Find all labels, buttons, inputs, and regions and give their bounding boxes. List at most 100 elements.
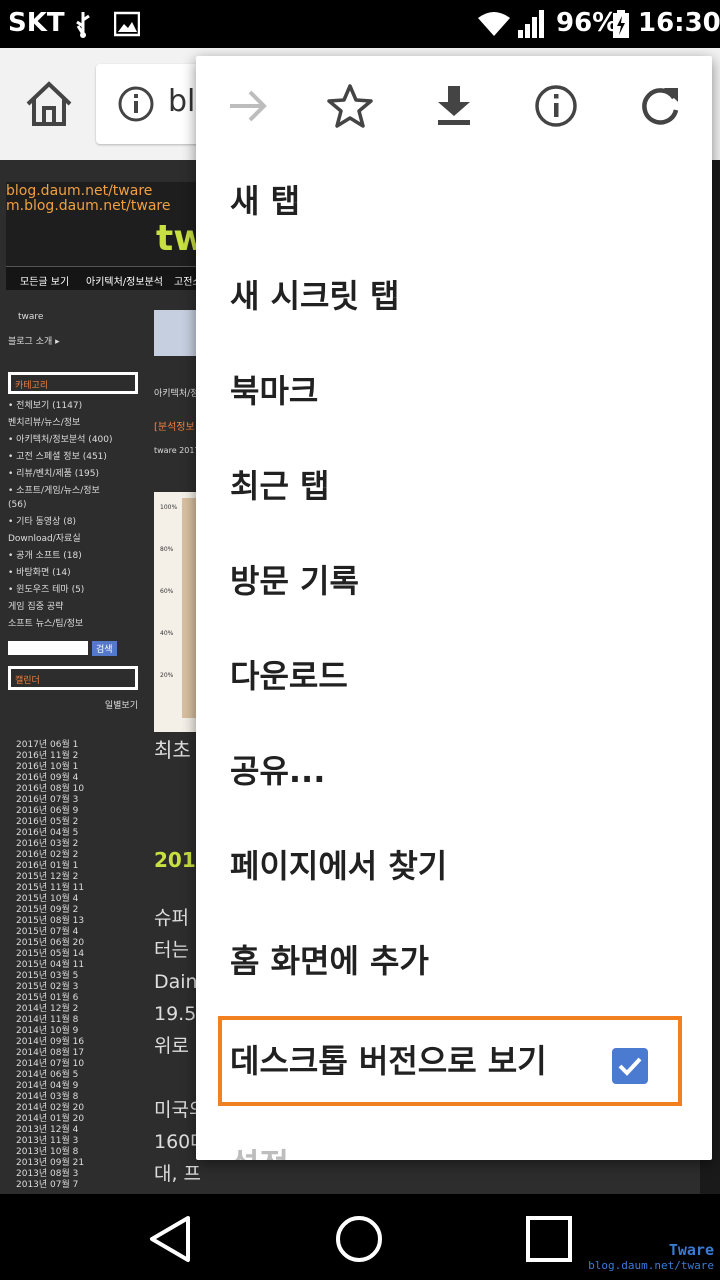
back-icon[interactable] xyxy=(146,1214,196,1264)
archive-item[interactable]: 2014년 01월 20 xyxy=(16,1114,106,1125)
refresh-icon[interactable] xyxy=(636,82,684,130)
info-icon[interactable] xyxy=(116,84,156,124)
forward-arrow-icon[interactable] xyxy=(224,82,272,130)
category-box[interactable]: 카테고리 xyxy=(8,372,138,394)
category-line[interactable]: • 아키텍처/정보분석 (400) xyxy=(8,432,138,445)
menu-item-add-to-home[interactable]: 홈 화면에 추가 xyxy=(230,914,690,1008)
menu-item-bookmarks[interactable]: 북마크 xyxy=(230,344,690,438)
recents-icon[interactable] xyxy=(524,1214,574,1264)
archive-item[interactable]: 2014년 10월 9 xyxy=(16,1026,106,1037)
archive-item[interactable]: 2015년 02월 3 xyxy=(16,982,106,993)
clock: 16:30 xyxy=(638,8,720,38)
home-icon[interactable] xyxy=(22,78,76,132)
archive-item[interactable]: 2015년 12월 2 xyxy=(16,872,106,883)
archive-item[interactable]: 2015년 03월 5 xyxy=(16,971,106,982)
category-line[interactable]: • 기타 동영상 (8) xyxy=(8,514,138,527)
archive-item[interactable]: 2015년 08월 13 xyxy=(16,916,106,927)
post-author: tware 2017. xyxy=(154,446,203,455)
archive-item[interactable]: 2014년 03월 8 xyxy=(16,1092,106,1103)
archive-item[interactable]: 2014년 04월 9 xyxy=(16,1081,106,1092)
watermark-url: blog.daum.net/tware xyxy=(588,1259,714,1272)
archive-item[interactable]: 2014년 08월 17 xyxy=(16,1048,106,1059)
menu-item-settings[interactable]: 설정 xyxy=(230,1118,690,1160)
category-line[interactable]: • 소프트/게임/뉴스/정보 xyxy=(8,483,138,496)
archive-item[interactable]: 2015년 10월 4 xyxy=(16,894,106,905)
category-line[interactable]: • 바탕화면 (14) xyxy=(8,565,138,578)
archive-item[interactable]: 2016년 06월 9 xyxy=(16,806,106,817)
profile-name[interactable]: tware xyxy=(18,312,43,322)
archive-item[interactable]: 2015년 07월 4 xyxy=(16,927,106,938)
menu-item-downloads[interactable]: 다운로드 xyxy=(230,629,690,723)
category-line[interactable]: • 전체보기 (1147) xyxy=(8,398,138,411)
post-thumbnail[interactable] xyxy=(154,310,200,356)
blog-search-input[interactable] xyxy=(8,641,88,655)
category-line[interactable]: Download/자료실 xyxy=(8,531,138,544)
category-line[interactable]: • 공개 소프트 (18) xyxy=(8,548,138,561)
archive-item[interactable]: 2013년 12월 4 xyxy=(16,1125,106,1136)
archive-item[interactable]: 2016년 04월 5 xyxy=(16,828,106,839)
archive-item[interactable]: 2013년 08월 3 xyxy=(16,1169,106,1180)
archive-item[interactable]: 2014년 11월 8 xyxy=(16,1015,106,1026)
info-icon[interactable] xyxy=(532,82,580,130)
archive-item[interactable]: 2015년 06월 20 xyxy=(16,938,106,949)
archive-item[interactable]: 2015년 09월 2 xyxy=(16,905,106,916)
archive-item[interactable]: 2013년 09월 21 xyxy=(16,1158,106,1169)
blog-url-2[interactable]: m.blog.daum.net/tware xyxy=(6,199,170,214)
android-nav-bar: Tware blog.daum.net/tware xyxy=(0,1194,720,1280)
highlight-box xyxy=(218,1016,682,1106)
menu-item-find-in-page[interactable]: 페이지에서 찾기 xyxy=(230,819,690,913)
category-line[interactable]: • 리뷰/벤치/제품 (195) xyxy=(8,466,138,479)
category-line[interactable]: 게임 집중 공략 xyxy=(8,599,138,612)
download-icon[interactable] xyxy=(430,82,478,130)
archive-item[interactable]: 2015년 04월 11 xyxy=(16,960,106,971)
archive-item[interactable]: 2014년 02월 20 xyxy=(16,1103,106,1114)
category-line[interactable]: • 고전 스페셜 정보 (451) xyxy=(8,449,138,462)
category-line[interactable]: 소프트 뉴스/팁/정보 xyxy=(8,616,138,629)
archive-item[interactable]: 2013년 10월 8 xyxy=(16,1147,106,1158)
archive-item[interactable]: 2013년 11월 3 xyxy=(16,1136,106,1147)
archive-item[interactable]: 2016년 07월 3 xyxy=(16,795,106,806)
archive-item[interactable]: 2016년 01월 1 xyxy=(16,861,106,872)
star-icon[interactable] xyxy=(326,82,374,130)
blog-sidebar: tware 블로그 소개 ▸ 카테고리 • 전체보기 (1147) 벤치리뷰/뉴… xyxy=(8,310,138,711)
archive-item[interactable]: 2014년 06월 5 xyxy=(16,1070,106,1081)
calendar-title: 캘린더 xyxy=(15,676,40,686)
post-chart-image: 100% 80% 60% 40% 20% xyxy=(154,492,200,732)
carrier-label: SKT xyxy=(8,8,65,38)
nav-all-posts[interactable]: 모든글 보기 xyxy=(20,273,69,288)
category-title: 카테고리 xyxy=(15,381,49,391)
archive-item[interactable]: 2016년 10월 1 xyxy=(16,762,106,773)
menu-item-recent-tabs[interactable]: 최근 탭 xyxy=(230,439,690,533)
post-title[interactable]: [분석정보 xyxy=(154,418,195,433)
url-text: bl xyxy=(168,84,196,119)
archive-item[interactable]: 2016년 11월 2 xyxy=(16,751,106,762)
archive-item[interactable]: 2014년 07월 10 xyxy=(16,1059,106,1070)
category-line[interactable]: 벤치리뷰/뉴스/정보 xyxy=(8,415,138,428)
category-line[interactable]: • 윈도우즈 테마 (5) xyxy=(8,582,138,595)
home-circle-icon[interactable] xyxy=(334,1214,384,1264)
archive-item[interactable]: 2016년 08월 10 xyxy=(16,784,106,795)
calendar-box[interactable]: 캘린더 xyxy=(8,666,138,690)
archive-item[interactable]: 2015년 11월 11 xyxy=(16,883,106,894)
archive-item[interactable]: 2017년 06월 1 xyxy=(16,740,106,751)
blog-search-button[interactable]: 검색 xyxy=(92,641,117,656)
menu-item-new-tab[interactable]: 새 탭 xyxy=(230,154,690,248)
menu-item-history[interactable]: 방문 기록 xyxy=(230,534,690,628)
calendar-link[interactable]: 일별보기 xyxy=(8,698,138,711)
archive-item[interactable]: 2014년 09월 16 xyxy=(16,1037,106,1048)
post-category[interactable]: 아키텍처/정 xyxy=(154,386,198,399)
archive-item[interactable]: 2016년 05월 2 xyxy=(16,817,106,828)
archive-item[interactable]: 2013년 07월 7 xyxy=(16,1180,106,1191)
menu-item-share[interactable]: 공유... xyxy=(230,724,690,818)
archive-item[interactable]: 2015년 01월 6 xyxy=(16,993,106,1004)
blog-url-1[interactable]: blog.daum.net/tware xyxy=(6,184,170,199)
archive-item[interactable]: 2016년 09월 4 xyxy=(16,773,106,784)
archive-item[interactable]: 2015년 05월 14 xyxy=(16,949,106,960)
nav-architecture[interactable]: 아키텍처/정보분석 xyxy=(86,273,163,288)
menu-item-new-incognito-tab[interactable]: 새 시크릿 탭 xyxy=(230,249,690,343)
archive-item[interactable]: 2014년 12월 2 xyxy=(16,1004,106,1015)
archive-item[interactable]: 2016년 02월 2 xyxy=(16,850,106,861)
desktop-version-checkbox[interactable] xyxy=(612,1048,648,1084)
archive-item[interactable]: 2016년 03월 2 xyxy=(16,839,106,850)
profile-link[interactable]: 블로그 소개 ▸ xyxy=(8,334,60,347)
